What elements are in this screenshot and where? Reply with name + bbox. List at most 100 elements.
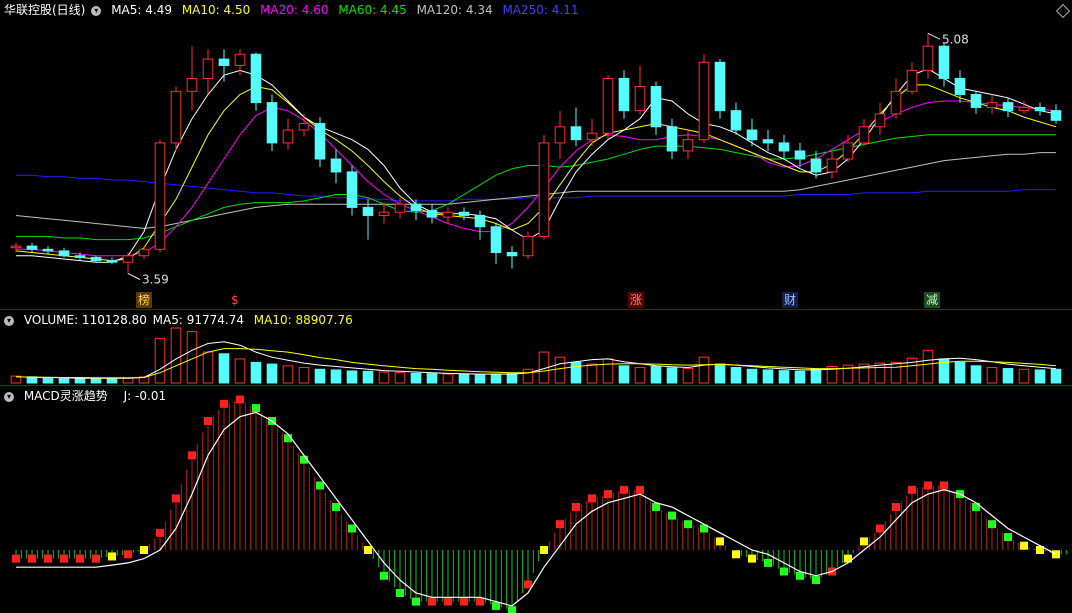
candle-body (874, 113, 886, 128)
macd-chart[interactable] (0, 386, 1072, 613)
macd-block (636, 485, 644, 494)
candle-body (746, 129, 758, 141)
volume-bar (394, 372, 406, 384)
volume-bar (970, 365, 982, 384)
volume-bar (90, 378, 102, 384)
candle-body (90, 256, 102, 262)
macd-block (92, 554, 100, 563)
volume-bar (74, 377, 86, 384)
volume-bar (730, 367, 742, 384)
volume-bar (1034, 369, 1046, 384)
candle-body (442, 211, 454, 218)
macd-block (316, 481, 324, 490)
volume-bar (762, 369, 774, 384)
macd-block (156, 528, 164, 537)
candle-body (218, 58, 230, 67)
event-tag-cai[interactable]: 财 (782, 292, 799, 308)
volume-bar (330, 369, 342, 384)
volume-bar (266, 363, 278, 384)
volume-bar (666, 367, 678, 384)
candle-body (410, 203, 422, 212)
volume-bar (922, 349, 934, 384)
volume-bar (890, 361, 902, 384)
macd-panel: ▾ MACD灵涨趋势 J: -0.01 (0, 386, 1072, 613)
candle-body (186, 77, 198, 92)
macd-block (28, 554, 36, 563)
macd-block (684, 520, 692, 529)
macd-block (220, 399, 228, 408)
candle-body (458, 211, 470, 216)
volume-bar (378, 371, 390, 384)
volume-bar (1002, 368, 1014, 384)
macd-block (1020, 541, 1028, 550)
candle-body (234, 53, 246, 67)
candle-body (890, 90, 902, 115)
candle-body (682, 139, 694, 152)
candle-body (602, 77, 614, 134)
volume-bar (218, 353, 230, 384)
macd-block (540, 546, 548, 554)
macd-block (988, 520, 996, 529)
macd-block (940, 481, 948, 490)
macd-block (508, 606, 516, 613)
candle-body (1002, 102, 1014, 112)
candle-body (362, 206, 374, 216)
macd-block (460, 597, 468, 606)
macd-block (924, 481, 932, 490)
candle-body (986, 102, 998, 108)
candle-body (554, 126, 566, 144)
candle-body (522, 235, 534, 257)
macd-block (44, 554, 52, 563)
candle-body (154, 142, 166, 250)
macd-block (348, 524, 356, 533)
price-panel: 华联控股(日线) ▾ MA5: 4.49 MA10: 4.50 MA20: 4.6… (0, 0, 1072, 308)
macd-block (812, 576, 820, 585)
macd-block (668, 511, 676, 520)
candle-body (970, 94, 982, 108)
event-tag-zhang[interactable]: 涨 (628, 292, 645, 308)
low-marker-line (127, 273, 141, 280)
macd-block (124, 550, 132, 559)
price-chart[interactable]: 5.08 3.59 (0, 0, 1072, 308)
macd-block (908, 485, 916, 494)
volume-bar (410, 372, 422, 384)
macd-block (876, 524, 884, 533)
volume-bar (490, 373, 502, 384)
low-label: 3.59 (142, 272, 169, 286)
macd-block (12, 554, 20, 563)
candle-body (698, 61, 710, 141)
volume-bar (554, 356, 566, 384)
candle-body (762, 139, 774, 144)
event-tag-dollar[interactable]: $ (229, 292, 241, 308)
volume-bar (202, 351, 214, 384)
volume-bar (346, 370, 358, 384)
event-tag-bang[interactable]: 榜 (136, 292, 153, 308)
volume-bar (282, 365, 294, 384)
macd-block (732, 550, 740, 559)
macd-block (716, 537, 724, 546)
volume-bar (42, 377, 54, 384)
candle-body (858, 126, 870, 144)
event-tag-jian[interactable]: 减 (924, 292, 941, 308)
macd-block (748, 554, 756, 563)
volume-bar (154, 337, 166, 384)
macd-block (412, 597, 420, 606)
macd-block (604, 490, 612, 499)
candle-body (330, 158, 342, 173)
macd-block (556, 520, 564, 529)
volume-bar (250, 361, 262, 384)
candle-body (938, 45, 950, 79)
candle-body (586, 132, 598, 141)
volume-chart[interactable] (0, 310, 1072, 385)
volume-bar (746, 368, 758, 384)
candle-body (570, 126, 582, 141)
candle-body (282, 129, 294, 144)
volume-bar (506, 373, 518, 384)
volume-panel: ▾ VOLUME: 110128.80 MA5: 91774.74 MA10: … (0, 310, 1072, 385)
candle-body (202, 58, 214, 79)
candle-body (826, 158, 838, 173)
high-marker-line (927, 32, 941, 40)
macd-block (652, 503, 660, 511)
candle-body (714, 61, 726, 112)
candle-body (1034, 106, 1046, 112)
